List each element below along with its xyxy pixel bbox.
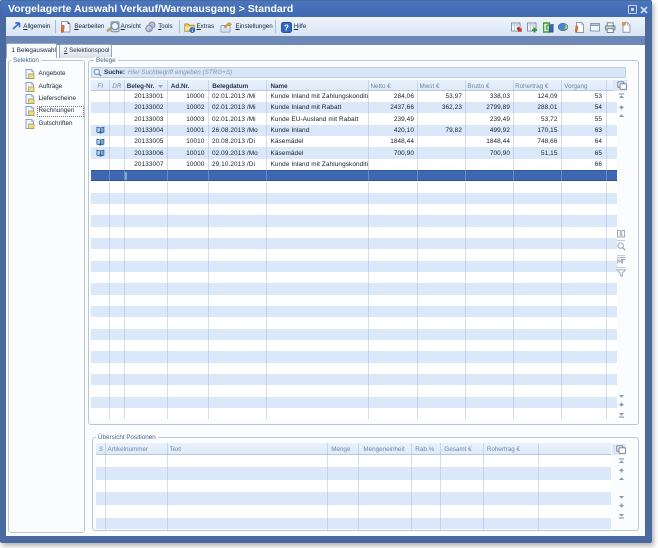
svg-text:?: ? [284,23,289,32]
svg-text:i: i [192,28,193,33]
